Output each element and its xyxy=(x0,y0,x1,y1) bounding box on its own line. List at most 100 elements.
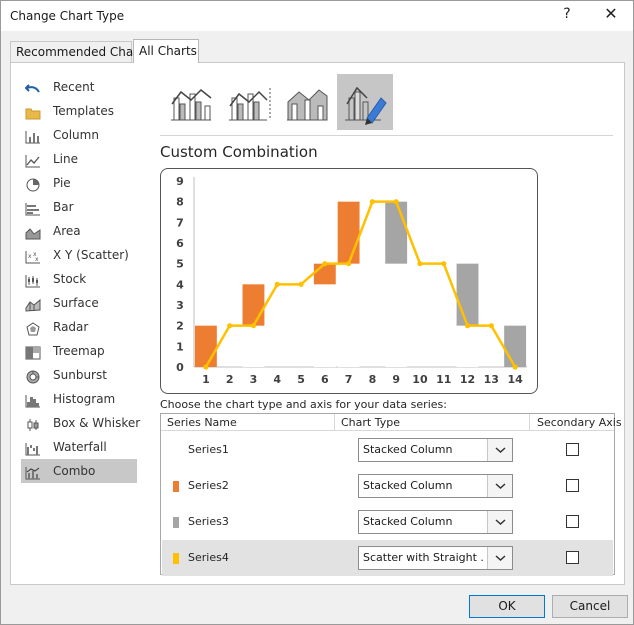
secondary-axis-checkbox[interactable] xyxy=(566,515,579,528)
series-row[interactable]: Series3 Stacked Column xyxy=(162,504,613,540)
sidebar-item-label: Recent xyxy=(53,80,95,94)
chevron-down-icon[interactable] xyxy=(487,511,512,533)
x-tick-label: 9 xyxy=(392,373,400,386)
sidebar-item-treemap[interactable]: Treemap xyxy=(21,339,137,363)
help-button[interactable]: ? xyxy=(553,3,581,27)
sidebar-item-box-whisker[interactable]: Box & Whisker xyxy=(21,411,140,435)
series-color-swatch xyxy=(173,481,179,492)
stacked-area-clustered-column-icon xyxy=(287,89,328,121)
series-table-header: Series Name Chart Type Secondary Axis xyxy=(161,414,622,431)
gallery-separator xyxy=(160,135,613,136)
chevron-down-icon[interactable] xyxy=(487,547,512,569)
chart-type-dropdown[interactable]: Scatter with Straight ... xyxy=(358,546,513,570)
sidebar-item-sunburst[interactable]: Sunburst xyxy=(21,363,137,387)
sidebar-item-label: Area xyxy=(53,224,81,238)
sidebar-item-x-y-scatter[interactable]: xxx X Y (Scatter) xyxy=(21,243,137,267)
line-chart-icon xyxy=(25,152,41,168)
close-button[interactable]: ✕ xyxy=(597,3,625,27)
sidebar-item-column[interactable]: Column xyxy=(21,123,137,147)
undo-icon xyxy=(24,80,41,94)
clustered-column-line-secondary-icon xyxy=(229,88,271,121)
sidebar-item-area[interactable]: Area xyxy=(21,219,137,243)
x-tick-label: 13 xyxy=(484,373,499,386)
sidebar-item-label: Treemap xyxy=(53,344,105,358)
series-name: Series2 xyxy=(188,479,229,492)
tab-recommended-charts[interactable]: Recommended Charts xyxy=(10,41,149,63)
clustered-column-line-secondary-subtype[interactable] xyxy=(221,74,277,130)
sidebar-item-label: Waterfall xyxy=(53,440,107,454)
secondary-axis-checkbox[interactable] xyxy=(566,551,579,564)
custom-combination-title: Custom Combination xyxy=(160,143,318,161)
y-tick-label: 8 xyxy=(176,196,184,209)
sidebar-item-label: Radar xyxy=(53,320,89,334)
bar-series3 xyxy=(456,263,479,326)
chart-type-value: Stacked Column xyxy=(363,515,453,528)
bar-series2 xyxy=(337,201,360,264)
x-tick-label: 2 xyxy=(226,373,234,386)
series-point-series4 xyxy=(322,261,328,267)
chevron-down-icon[interactable] xyxy=(487,475,512,497)
stock-chart-icon xyxy=(25,272,41,288)
series-point-series4 xyxy=(250,323,257,329)
histogram-chart-icon xyxy=(25,392,41,408)
sidebar-item-pie[interactable]: Pie xyxy=(21,171,137,195)
y-tick-label: 9 xyxy=(176,175,184,188)
sidebar-item-label: Sunburst xyxy=(53,368,107,382)
sidebar-item-waterfall[interactable]: Waterfall xyxy=(21,435,137,459)
stacked-area-clustered-column-subtype[interactable] xyxy=(279,74,335,130)
sidebar-item-label: X Y (Scatter) xyxy=(53,248,129,262)
waterfall-chart-icon xyxy=(25,440,41,456)
y-tick-label: 7 xyxy=(176,216,184,229)
sidebar-item-bar[interactable]: Bar xyxy=(21,195,137,219)
svg-text:x: x xyxy=(35,256,39,263)
series-row[interactable]: Series2 Stacked Column xyxy=(162,468,613,504)
series-point-series4 xyxy=(464,323,471,329)
sidebar-item-surface[interactable]: Surface xyxy=(21,291,137,315)
y-tick-label: 3 xyxy=(176,299,184,312)
x-tick-label: 8 xyxy=(369,373,377,386)
cancel-button[interactable]: Cancel xyxy=(552,595,628,618)
header-series-name: Series Name xyxy=(167,416,237,429)
chart-type-dropdown[interactable]: Stacked Column xyxy=(358,438,513,462)
sidebar-item-templates[interactable]: Templates xyxy=(21,99,137,123)
sidebar-item-line[interactable]: Line xyxy=(21,147,137,171)
series-point-series4 xyxy=(512,364,518,370)
clustered-column-line-subtype[interactable] xyxy=(163,74,219,130)
custom-combination-subtype[interactable] xyxy=(337,74,393,130)
secondary-axis-checkbox[interactable] xyxy=(566,479,579,492)
secondary-axis-checkbox[interactable] xyxy=(566,443,579,456)
sidebar-item-label: Histogram xyxy=(53,392,116,406)
sidebar-item-recent[interactable]: Recent xyxy=(21,75,137,99)
x-tick-label: 3 xyxy=(250,373,258,386)
x-tick-label: 1 xyxy=(202,373,210,386)
sidebar-item-stock[interactable]: Stock xyxy=(21,267,137,291)
chart-type-dropdown[interactable]: Stacked Column xyxy=(358,510,513,534)
x-tick-label: 12 xyxy=(460,373,475,386)
series-table: Series Name Chart Type Secondary Axis Se… xyxy=(160,413,622,576)
x-tick-label: 11 xyxy=(436,373,451,386)
x-tick-label: 7 xyxy=(345,373,353,386)
sidebar-item-label: Combo xyxy=(53,464,96,478)
header-divider xyxy=(529,414,530,431)
sidebar-item-label: Bar xyxy=(53,200,74,214)
treemap-chart-icon xyxy=(25,344,41,360)
series-row[interactable]: Series1 Stacked Column xyxy=(162,432,613,468)
bar-series1 xyxy=(456,325,479,367)
sidebar-item-combo[interactable]: Combo xyxy=(21,459,137,483)
chart-type-value: Stacked Column xyxy=(363,443,453,456)
series-color-swatch xyxy=(173,517,179,528)
radar-chart-icon xyxy=(25,320,41,336)
chart-type-dropdown[interactable]: Stacked Column xyxy=(358,474,513,498)
sidebar-item-radar[interactable]: Radar xyxy=(21,315,137,339)
chevron-down-icon[interactable] xyxy=(487,439,512,461)
chart-type-sidebar: Recent Templates Column Line Pie Bar Area x x x X … xyxy=(21,75,140,483)
series-point-series4 xyxy=(488,323,494,329)
bar-series1 xyxy=(313,284,336,367)
series-row[interactable]: Series4 Scatter with Straight ... xyxy=(162,540,613,576)
ok-button[interactable]: OK xyxy=(469,595,545,618)
chart-type-value: Scatter with Straight ... xyxy=(363,551,485,564)
sidebar-item-histogram[interactable]: Histogram xyxy=(21,387,137,411)
tab-all-charts[interactable]: All Charts xyxy=(133,39,199,63)
series-name: Series1 xyxy=(188,443,229,456)
box-whisker-chart-icon xyxy=(25,416,41,431)
